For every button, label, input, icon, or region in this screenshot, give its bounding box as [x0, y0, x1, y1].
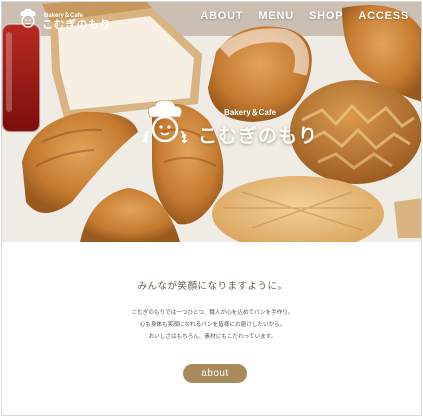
nav-item-access[interactable]: ACCESS: [358, 10, 409, 22]
chef-mascot-icon: [143, 100, 187, 144]
jam-jar-image: [2, 23, 41, 133]
global-nav: ABOUT MENU SHOP ACCESS: [200, 10, 409, 22]
nav-item-menu[interactable]: MENU: [258, 10, 294, 22]
chef-hat-icon: [20, 8, 36, 28]
description-line: 心も身体も笑顔になれるパンを皆様にお届けしたいから。: [139, 322, 286, 328]
description-line: こむぎのもりでは一つひとつ、職人が心を込めてパンを手作り。: [131, 310, 294, 316]
description-line: おいしさはもちろん、素材にもこだわっています。: [148, 334, 277, 340]
site-header: Bakery＆Cafe こむぎのもり ABOUT MENU SHOP ACCES…: [2, 2, 421, 34]
header-logo-title: こむぎのもり: [42, 18, 111, 31]
tagline: みんなが笑顔になりますように。: [137, 281, 288, 292]
about-button[interactable]: about: [183, 364, 247, 383]
hero-logo: Bakery＆Cafe こむぎのもり: [140, 95, 317, 155]
nav-item-shop[interactable]: SHOP: [309, 10, 343, 22]
hero-section: Bakery＆Cafe こむぎのもり ABOUT MENU SHOP ACCES…: [2, 2, 421, 242]
header-logo[interactable]: Bakery＆Cafe こむぎのもり: [16, 6, 111, 32]
hero-logo-subtitle: Bakery＆Cafe: [224, 108, 277, 117]
intro-description: こむぎのもりでは一つひとつ、職人が心を込めてパンを手作り。 心も身体も笑顔になれ…: [2, 307, 421, 343]
page-frame: Bakery＆Cafe こむぎのもり ABOUT MENU SHOP ACCES…: [1, 1, 422, 416]
nav-item-about[interactable]: ABOUT: [200, 10, 243, 22]
hero-logo-title: こむぎのもり: [198, 125, 319, 147]
